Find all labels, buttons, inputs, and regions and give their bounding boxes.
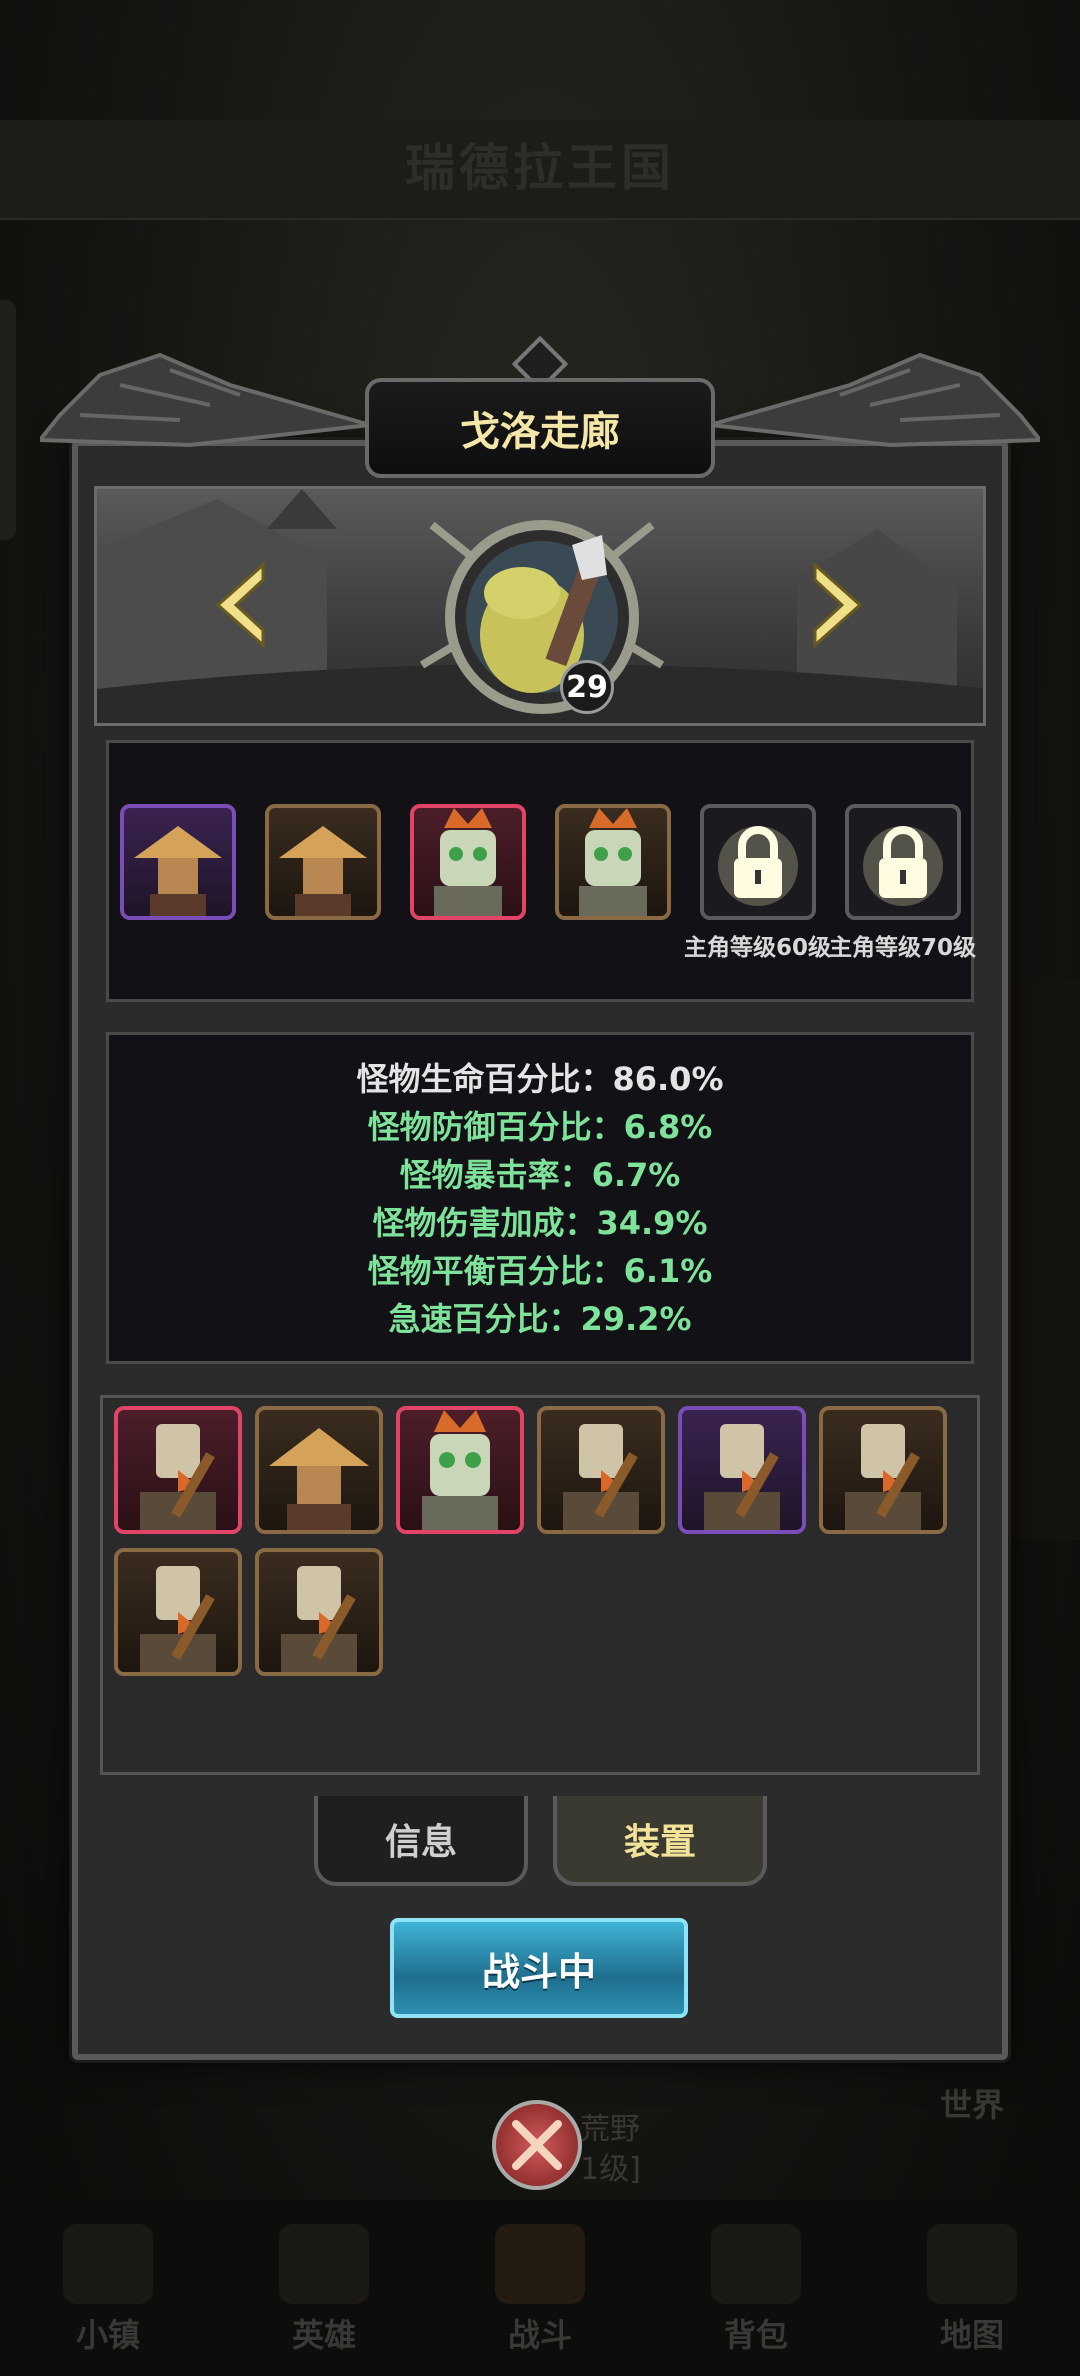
stat-monster-damage: 怪物伤害加成：34.9%: [372, 1204, 708, 1242]
tiki-skull-icon: [422, 1410, 498, 1530]
nav-town[interactable]: 小镇: [18, 2224, 198, 2356]
previous-stage-arrow-icon[interactable]: [208, 560, 278, 650]
wave-slot-5-locked[interactable]: [700, 804, 816, 920]
boss-level-badge: 29: [560, 660, 614, 714]
crossed-swords-icon[interactable]: [492, 2100, 582, 2190]
stat-monster-crit: 怪物暴击率：6.7%: [399, 1156, 681, 1194]
battle-button[interactable]: 战斗中: [390, 1918, 688, 2018]
nav-label: 地图: [939, 2316, 1004, 2354]
scarecrow-icon: [134, 826, 222, 916]
next-stage-arrow-icon[interactable]: [800, 560, 870, 650]
town-icon: [63, 2224, 153, 2304]
roster-unit-1[interactable]: [114, 1406, 242, 1534]
tiki-skull-icon: [434, 808, 502, 916]
stat-monster-defense: 怪物防御百分比：6.8%: [367, 1108, 713, 1146]
dialog-title: 戈洛走廊: [365, 378, 715, 478]
wave-slot-6-locked[interactable]: [845, 804, 961, 920]
nav-hero[interactable]: 英雄: [234, 2224, 414, 2356]
wild-area-label: 荒野 1级]: [580, 2110, 641, 2190]
crossbow-beak-icon: [704, 1424, 780, 1530]
roster-unit-2[interactable]: [255, 1406, 383, 1534]
nav-map[interactable]: 地图: [882, 2224, 1062, 2356]
wave-monster-panel: [106, 740, 974, 1002]
wave-slot-1[interactable]: [120, 804, 236, 920]
slot-6-unlock-text: 主角等级70级: [829, 935, 977, 961]
tab-equipment[interactable]: 装置: [553, 1796, 767, 1886]
tab-info-label: 信息: [384, 1822, 457, 1863]
battle-button-label: 战斗中: [481, 1949, 596, 1994]
nav-backpack[interactable]: 背包: [666, 2224, 846, 2356]
roster-unit-3[interactable]: [396, 1406, 524, 1534]
wave-slot-2[interactable]: [265, 804, 381, 920]
right-wing-ornament: [710, 352, 1040, 448]
tab-info[interactable]: 信息: [314, 1796, 528, 1886]
stat-haste: 急速百分比：29.2%: [388, 1300, 692, 1338]
roster-unit-5[interactable]: [678, 1406, 806, 1534]
roster-unit-8[interactable]: [255, 1548, 383, 1676]
tab-equipment-label: 装置: [623, 1822, 696, 1863]
lock-icon: [863, 826, 943, 906]
scarecrow-icon: [269, 1428, 369, 1530]
kingdom-title: 瑞德拉王国: [405, 139, 675, 197]
battle-icon: [495, 2224, 585, 2304]
nav-label: 战斗: [507, 2316, 572, 2354]
slot-5-unlock-text: 主角等级60级: [684, 935, 832, 961]
roster-unit-4[interactable]: [537, 1406, 665, 1534]
side-tab: [0, 300, 16, 540]
nav-label: 小镇: [75, 2316, 140, 2354]
stat-monster-hp: 怪物生命百分比：86.0%: [356, 1060, 724, 1098]
roster-unit-7[interactable]: [114, 1548, 242, 1676]
crossbow-beak-icon: [140, 1424, 216, 1530]
tiki-skull-icon: [579, 808, 647, 916]
backpack-icon: [711, 2224, 801, 2304]
roster-unit-6[interactable]: [819, 1406, 947, 1534]
crossbow-beak-icon: [563, 1424, 639, 1530]
map-icon: [927, 2224, 1017, 2304]
crossbow-beak-icon: [281, 1566, 357, 1672]
stage-name: 戈洛走廊: [460, 409, 620, 455]
bottom-navigation: 小镇 英雄 战斗 背包 地图: [0, 2200, 1080, 2376]
stat-monster-balance: 怪物平衡百分比：6.1%: [367, 1252, 713, 1290]
crossbow-beak-icon: [845, 1424, 921, 1530]
crossbow-beak-icon: [140, 1566, 216, 1672]
nav-battle[interactable]: 战斗: [450, 2224, 630, 2356]
nav-label: 英雄: [291, 2316, 356, 2354]
nav-label: 背包: [723, 2316, 788, 2354]
wild-area-level: 1级]: [580, 2152, 641, 2187]
world-label: 世界: [940, 2086, 1005, 2124]
wave-slot-3[interactable]: [410, 804, 526, 920]
left-wing-ornament: [40, 352, 370, 448]
hero-icon: [279, 2224, 369, 2304]
crossed-swords-glyph: [512, 2120, 562, 2170]
wild-area-name: 荒野: [580, 2112, 640, 2147]
wave-slot-4[interactable]: [555, 804, 671, 920]
scarecrow-icon: [279, 826, 367, 916]
lock-icon: [718, 826, 798, 906]
boss-portrait[interactable]: [412, 505, 672, 725]
